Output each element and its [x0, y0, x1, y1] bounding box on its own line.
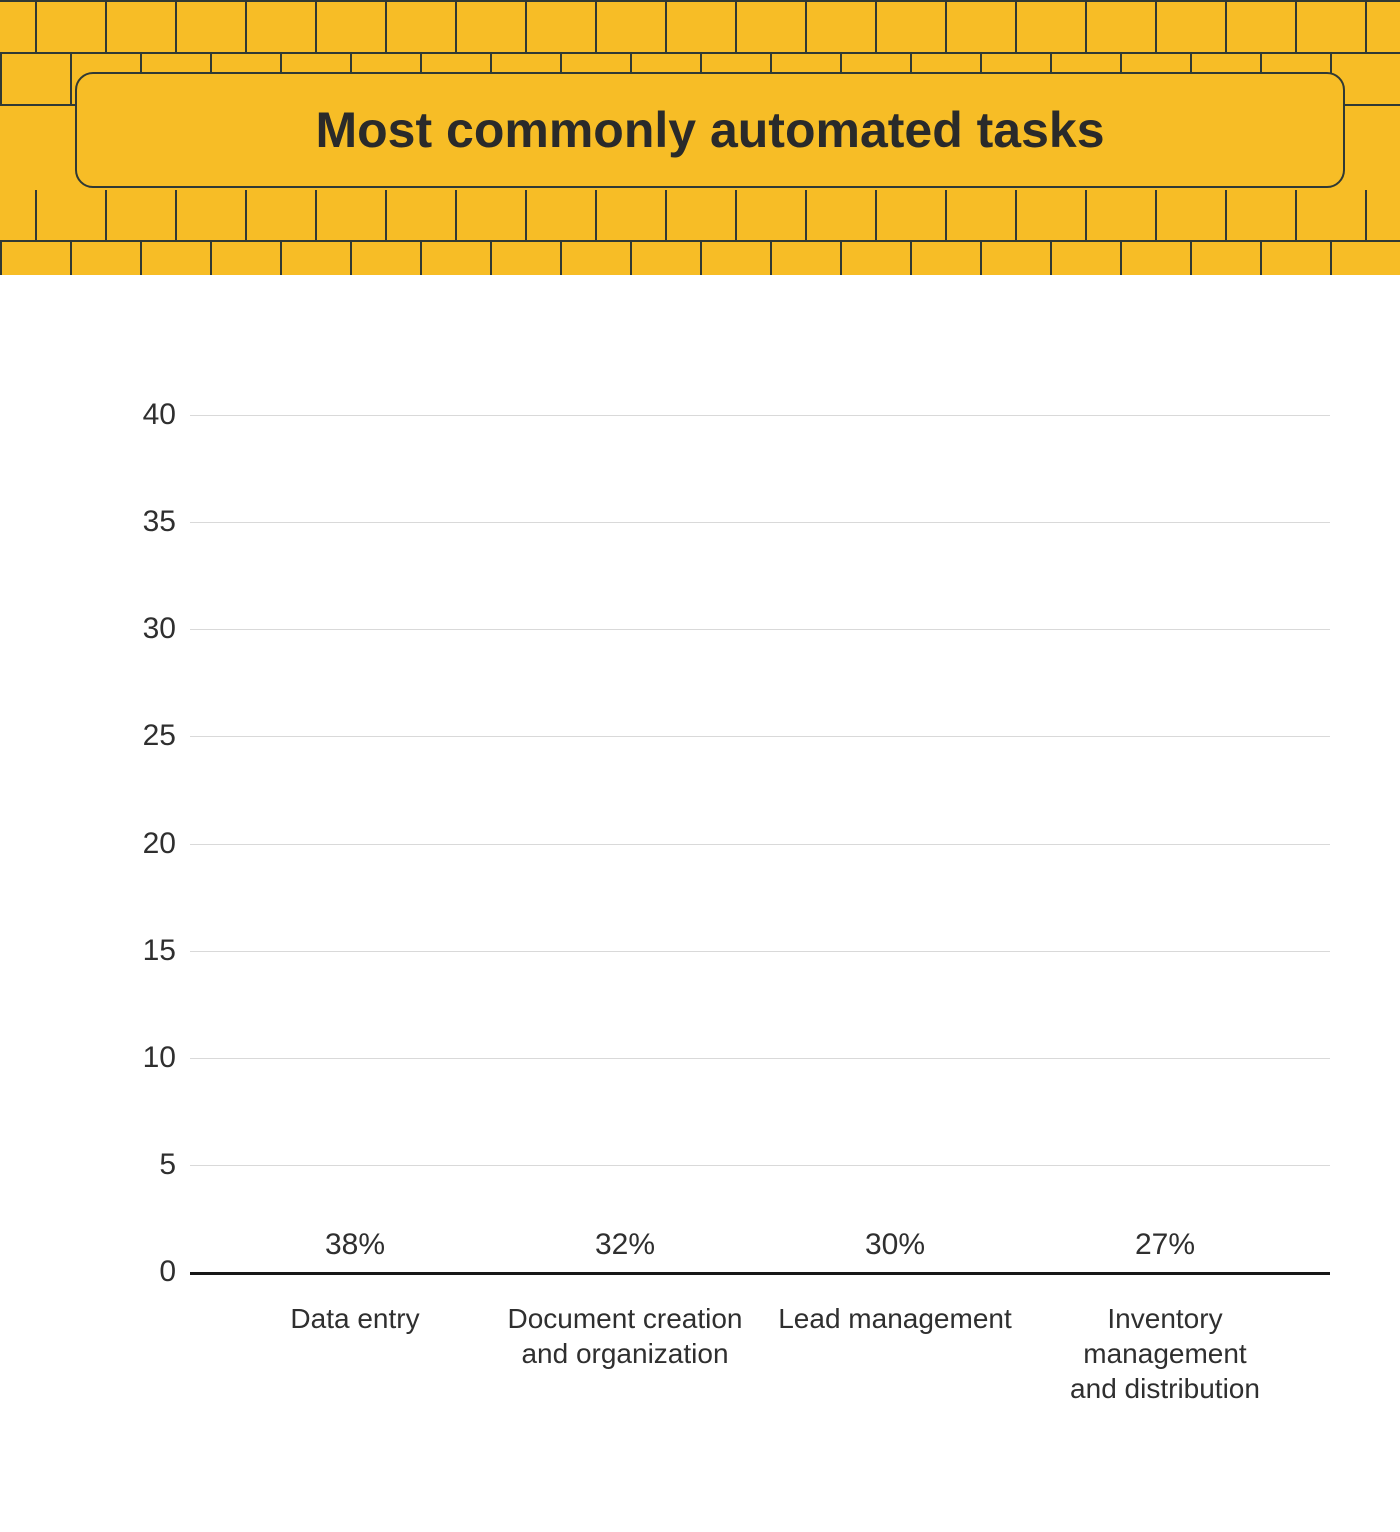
gridline [190, 522, 1330, 523]
bar-slot: 30% [760, 1228, 1030, 1272]
y-tick-label: 0 [159, 1255, 176, 1289]
gridline [190, 629, 1330, 630]
x-tick-label: Document creationand organization [490, 1283, 760, 1375]
gridline [190, 844, 1330, 845]
bar-slot: 27% [1030, 1228, 1300, 1272]
bar-slot: 38% [220, 1228, 490, 1272]
y-tick-label: 35 [143, 505, 176, 539]
bar-slot: 32% [490, 1228, 760, 1272]
y-tick-label: 40 [143, 398, 176, 432]
title-pill: Most commonly automated tasks [75, 72, 1345, 188]
chart-title: Most commonly automated tasks [315, 101, 1104, 159]
y-tick-label: 5 [159, 1148, 176, 1182]
gridline [190, 951, 1330, 952]
bar-value-label: 27% [1135, 1228, 1195, 1262]
gridline [190, 736, 1330, 737]
x-tick-label: Inventory managementand distribution [1030, 1283, 1300, 1375]
y-tick-label: 25 [143, 719, 176, 753]
gridline [190, 1058, 1330, 1059]
gridline [190, 415, 1330, 416]
y-tick-label: 10 [143, 1041, 176, 1075]
gridline [190, 1165, 1330, 1166]
plot: 38%32%30%27% 0510152025303540 Data entry… [90, 415, 1330, 1375]
x-tick-label: Lead management [760, 1283, 1030, 1375]
y-tick-label: 15 [143, 934, 176, 968]
x-axis-labels: Data entryDocument creationand organizat… [190, 1283, 1330, 1375]
bar-value-label: 38% [325, 1228, 385, 1262]
title-band: Most commonly automated tasks [0, 0, 1400, 275]
bar-value-label: 32% [595, 1228, 655, 1262]
x-tick-label: Data entry [220, 1283, 490, 1375]
y-tick-label: 30 [143, 612, 176, 646]
bar-value-label: 30% [865, 1228, 925, 1262]
chart-area: 38% 32% 30% 27% 0 5 10 15 20 25 30 35 40 Data entry… [0, 275, 1400, 1532]
y-tick-label: 20 [143, 827, 176, 861]
plot-area: 38%32%30%27% 0510152025303540 [190, 415, 1330, 1275]
